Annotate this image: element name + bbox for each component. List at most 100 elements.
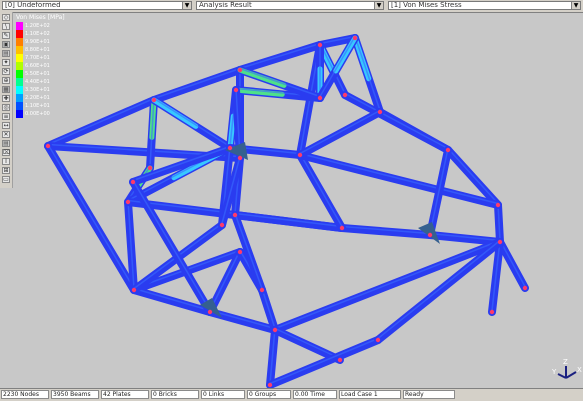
node-marker[interactable] [489, 309, 495, 315]
node-marker[interactable] [207, 309, 213, 315]
legend-swatch [16, 86, 23, 94]
cage-tube[interactable] [338, 224, 434, 239]
node-marker[interactable] [497, 239, 503, 245]
cage-tube[interactable] [44, 96, 158, 150]
tool-button-12[interactable]: ↔ [2, 122, 10, 129]
node-marker[interactable] [339, 225, 345, 231]
cage-tube[interactable] [266, 336, 382, 388]
legend-swatch [16, 54, 23, 62]
tube-shading [209, 309, 276, 330]
node-marker[interactable] [45, 143, 51, 149]
axis-x-label: X [577, 366, 582, 374]
node-marker[interactable] [342, 92, 348, 98]
cage-tube[interactable] [426, 231, 504, 246]
legend-swatch [16, 30, 23, 38]
tool-button-0[interactable]: ◇ [2, 14, 10, 21]
tool-button-14[interactable]: ▤ [2, 140, 10, 147]
legend-swatch [16, 62, 23, 70]
cage-tube[interactable] [236, 41, 324, 74]
cage-tube[interactable] [44, 142, 138, 294]
legend-swatch [16, 46, 23, 54]
tool-button-4[interactable]: ▤ [2, 50, 10, 57]
legend-label: 6.60E+01 [25, 63, 50, 69]
tool-button-5[interactable]: ✦ [2, 59, 10, 66]
cage-tube[interactable] [271, 326, 344, 364]
chevron-down-icon[interactable]: ▼ [374, 2, 383, 9]
tool-button-16[interactable]: I [2, 158, 10, 165]
chevron-down-icon[interactable]: ▼ [571, 2, 580, 9]
tool-button-2[interactable]: ✎ [2, 32, 10, 39]
cage-tube[interactable] [231, 211, 346, 232]
node-marker[interactable] [297, 152, 303, 158]
legend-label: 4.40E+01 [25, 79, 50, 85]
status-bar: 2230 Nodes 3950 Beams 42 Plates 0 Bricks 0 L… [0, 388, 583, 401]
status-cell: 0 Groups [247, 390, 291, 399]
node-marker[interactable] [147, 165, 153, 171]
legend-swatch [16, 102, 23, 110]
tube-shading [499, 240, 526, 287]
model-viewport[interactable]: X Z Y [12, 12, 583, 388]
node-marker[interactable] [352, 35, 358, 41]
node-marker[interactable] [227, 145, 233, 151]
tool-button-1[interactable]: \ [2, 23, 10, 30]
tube-shading [239, 42, 321, 70]
node-marker[interactable] [125, 199, 131, 205]
stress-highlight [151, 97, 199, 129]
node-marker[interactable] [219, 222, 225, 228]
node-marker[interactable] [337, 357, 343, 363]
node-marker[interactable] [237, 155, 243, 161]
cage-tube[interactable] [296, 151, 502, 209]
node-marker[interactable] [377, 109, 383, 115]
cage-tube[interactable] [374, 238, 504, 344]
result-type-combo[interactable]: Analysis Result ▼ [196, 1, 384, 10]
status-cell: 42 Plates [101, 390, 149, 399]
node-marker[interactable] [151, 97, 157, 103]
result-component-combo-text: [1] Von Mises Stress [391, 1, 462, 9]
node-marker[interactable] [237, 249, 243, 255]
tool-button-15[interactable]: ⌧ [2, 149, 10, 156]
tool-button-10[interactable]: ◎ [2, 104, 10, 111]
node-marker[interactable] [317, 95, 323, 101]
node-marker[interactable] [233, 87, 239, 93]
result-component-combo[interactable]: [1] Von Mises Stress ▼ [388, 1, 581, 10]
model-combo[interactable]: [0] Undeformed ▼ [2, 1, 192, 10]
node-marker[interactable] [522, 285, 528, 291]
node-marker[interactable] [237, 67, 243, 73]
node-marker[interactable] [131, 287, 137, 293]
tool-button-6[interactable]: ⟳ [2, 68, 10, 75]
tube-shading [153, 97, 231, 148]
tool-button-17[interactable]: ⊞ [2, 167, 10, 174]
axis-z-label: Z [563, 358, 568, 366]
node-marker[interactable] [317, 42, 323, 48]
tube-shading [47, 144, 135, 289]
node-marker[interactable] [445, 147, 451, 153]
tool-button-18[interactable]: ▭ [2, 176, 10, 183]
tool-palette: ◇ \ ✎ ▣ ▤ ✦ ⟳ ⊕ ▦ ✚ ◎ ≡ ↔ ✕ ▤ ⌧ I ⊞ ▭ [0, 12, 13, 188]
tool-button-13[interactable]: ✕ [2, 131, 10, 138]
status-cell: 0 Bricks [151, 390, 199, 399]
node-marker[interactable] [259, 287, 265, 293]
legend-swatch [16, 22, 23, 30]
cage-tube[interactable] [150, 66, 244, 104]
node-marker[interactable] [427, 232, 433, 238]
tool-button-7[interactable]: ⊕ [2, 77, 10, 84]
legend-label: 7.70E+01 [25, 55, 50, 61]
tool-button-8[interactable]: ▦ [2, 86, 10, 93]
tool-button-9[interactable]: ✚ [2, 95, 10, 102]
status-cell: 0 Links [201, 390, 245, 399]
cage-tube[interactable] [296, 108, 384, 159]
tool-button-11[interactable]: ≡ [2, 113, 10, 120]
tool-button-3[interactable]: ▣ [2, 41, 10, 48]
node-marker[interactable] [495, 202, 501, 208]
status-cell: 2230 Nodes [1, 390, 49, 399]
chevron-down-icon[interactable]: ▼ [182, 2, 191, 9]
node-marker[interactable] [272, 327, 278, 333]
node-marker[interactable] [375, 337, 381, 343]
node-marker[interactable] [232, 212, 238, 218]
status-cell: 0.00 Time [293, 390, 337, 399]
cage-tube[interactable] [271, 238, 504, 334]
legend-swatch [16, 78, 23, 86]
status-cell: Load Case 1 [339, 390, 401, 399]
node-marker[interactable] [130, 179, 136, 185]
node-marker[interactable] [267, 382, 273, 388]
